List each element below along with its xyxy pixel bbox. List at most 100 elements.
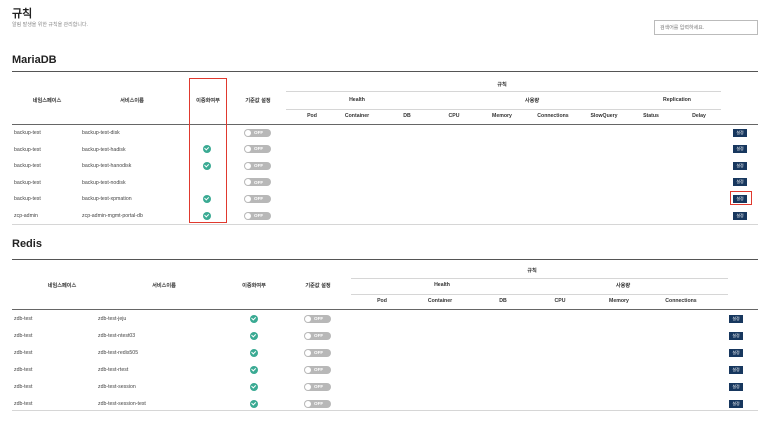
col-health: Health: [434, 282, 450, 288]
col-connections: Connections: [665, 298, 697, 304]
col-connections: Connections: [537, 113, 569, 119]
namespace-cell: backup-test: [14, 130, 41, 136]
check-circle-icon: [250, 314, 258, 323]
toggle-knob: [305, 332, 311, 339]
namespace-cell: backup-test: [14, 196, 41, 203]
col-default-setting: 기준값 설정: [305, 283, 331, 289]
col-usage: 사용량: [615, 283, 631, 289]
toggle-knob: [305, 400, 311, 407]
search-input[interactable]: [654, 20, 758, 35]
service-cell: zdb-test-session-test: [98, 401, 146, 407]
col-delay: Delay: [692, 113, 706, 119]
col-namespace: 네임스페이스: [32, 98, 62, 104]
col-service: 서비스이름: [152, 283, 176, 289]
default-value-toggle[interactable]: OFF: [304, 365, 331, 374]
page-title: 규칙: [12, 8, 33, 20]
default-value-toggle[interactable]: OFF: [304, 314, 331, 323]
mariadb-table: 네임스페이스 서비스이름 이중화여부 기준값 설정 규칙 Health 사용량 …: [12, 71, 758, 225]
col-service: 서비스이름: [120, 98, 144, 104]
col-status: Status: [643, 113, 659, 119]
col-db: DB: [499, 298, 507, 304]
namespace-cell: zcp-admin: [14, 213, 38, 219]
col-slowquery: SlowQuery: [590, 113, 618, 119]
default-value-toggle[interactable]: OFF: [244, 161, 271, 170]
default-value-toggle[interactable]: OFF: [244, 145, 271, 154]
col-default-setting: 기준값 설정: [245, 98, 271, 104]
col-cpu: CPU: [554, 298, 566, 304]
namespace-cell: zdb-test: [14, 350, 33, 356]
col-usage: 사용량: [524, 98, 540, 104]
service-cell: backup-test-hanodisk: [82, 163, 132, 170]
settings-button[interactable]: 설정: [733, 128, 747, 137]
toggle-knob: [245, 146, 251, 153]
col-pod: Pod: [377, 298, 387, 304]
namespace-cell: zdb-test: [14, 316, 33, 322]
toggle-label: OFF: [254, 129, 264, 135]
service-cell: backup-test-xpmation: [82, 196, 132, 203]
default-value-toggle[interactable]: OFF: [304, 399, 331, 408]
col-replication: Replication: [663, 97, 691, 103]
settings-button[interactable]: 설정: [729, 314, 743, 323]
namespace-cell: zdb-test: [14, 401, 33, 407]
toggle-label: OFF: [314, 349, 324, 355]
toggle-label: OFF: [254, 162, 264, 168]
settings-button[interactable]: 설정: [729, 365, 743, 374]
col-container: Container: [344, 113, 370, 119]
default-value-toggle[interactable]: OFF: [304, 331, 331, 340]
toggle-label: OFF: [254, 212, 264, 218]
check-circle-icon: [250, 399, 258, 408]
toggle-label: OFF: [254, 196, 264, 202]
namespace-cell: zdb-test: [14, 367, 33, 373]
default-value-toggle[interactable]: OFF: [244, 178, 271, 187]
check-circle-icon: [250, 382, 258, 391]
mariadb-section-title: MariaDB: [12, 54, 57, 66]
service-cell: zdb-test-session: [98, 384, 136, 390]
service-cell: backup-test-disk: [82, 130, 120, 136]
default-value-toggle[interactable]: OFF: [244, 194, 271, 203]
settings-button[interactable]: 설정: [729, 348, 743, 357]
settings-button[interactable]: 설정: [733, 211, 747, 220]
check-circle-icon: [250, 331, 258, 340]
col-memory: Memory: [492, 113, 512, 119]
service-cell: zdb-test-rtest: [98, 367, 129, 373]
settings-button[interactable]: 설정: [729, 382, 743, 391]
toggle-knob: [305, 349, 311, 356]
namespace-cell: backup-test: [14, 146, 41, 153]
default-value-toggle[interactable]: OFF: [304, 348, 331, 357]
settings-button[interactable]: 설정: [733, 145, 747, 154]
toggle-knob: [245, 195, 251, 202]
col-redundancy: 이중화여부: [242, 283, 266, 289]
service-cell: zcp-admin-mgmt-portal-db: [82, 213, 143, 219]
settings-button[interactable]: 설정: [733, 161, 747, 170]
settings-button[interactable]: 설정: [729, 399, 743, 408]
toggle-label: OFF: [254, 146, 264, 152]
col-container: Container: [427, 298, 453, 304]
toggle-label: OFF: [314, 366, 324, 372]
toggle-label: OFF: [314, 332, 324, 338]
toggle-knob: [245, 162, 251, 169]
service-cell: zdb-test-jeju: [98, 316, 127, 322]
col-rules: 규칙: [497, 82, 507, 88]
settings-button[interactable]: 설정: [733, 178, 747, 187]
default-value-toggle[interactable]: OFF: [304, 382, 331, 391]
col-cpu: CPU: [448, 113, 460, 119]
toggle-knob: [245, 129, 251, 136]
namespace-cell: backup-test: [14, 163, 41, 170]
default-value-toggle[interactable]: OFF: [244, 211, 271, 220]
col-db: DB: [403, 113, 411, 119]
col-namespace: 네임스페이스: [47, 283, 77, 289]
settings-button[interactable]: 설정: [729, 331, 743, 340]
toggle-label: OFF: [314, 383, 324, 389]
toggle-knob: [245, 179, 251, 186]
settings-button-highlight: [730, 191, 752, 205]
toggle-label: OFF: [254, 179, 264, 185]
namespace-cell: zdb-test: [14, 384, 33, 390]
check-circle-icon: [250, 365, 258, 374]
col-pod: Pod: [307, 113, 317, 119]
toggle-knob: [305, 315, 311, 322]
namespace-cell: backup-test: [14, 179, 41, 186]
toggle-label: OFF: [314, 315, 324, 321]
toggle-label: OFF: [314, 400, 324, 406]
col-memory: Memory: [609, 298, 629, 304]
default-value-toggle[interactable]: OFF: [244, 128, 271, 137]
